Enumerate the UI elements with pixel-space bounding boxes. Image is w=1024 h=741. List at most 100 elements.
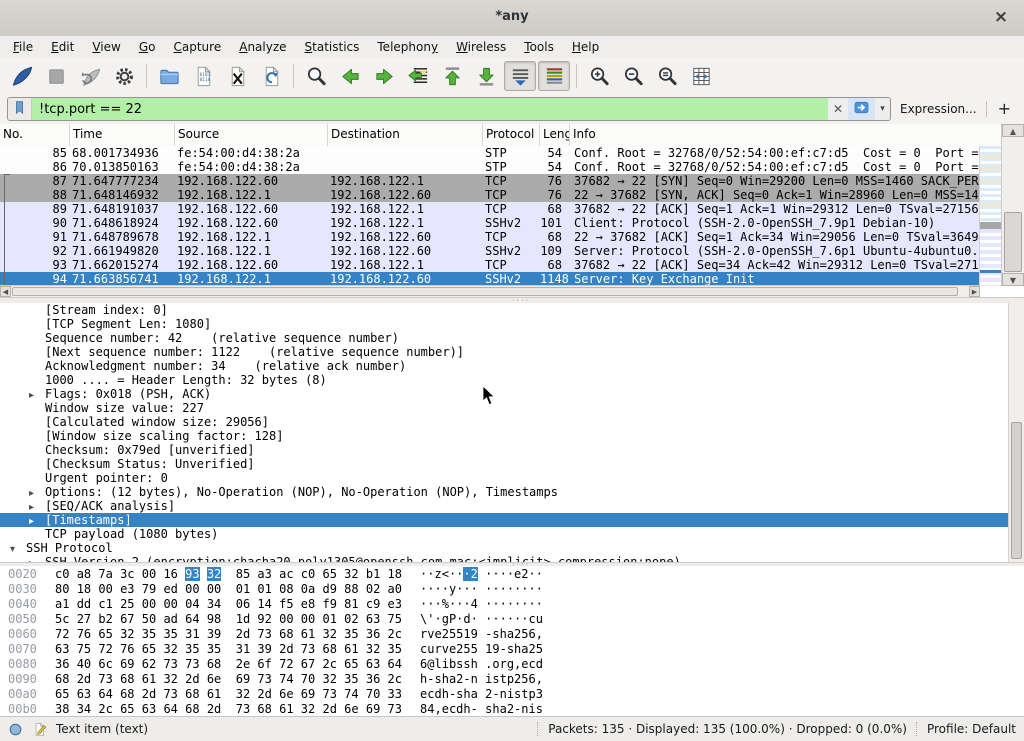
hex-byte[interactable]: 73 xyxy=(388,702,402,716)
ascii-char[interactable]: s xyxy=(536,702,543,716)
detail-line[interactable]: [Next sequence number: 1122 (relative se… xyxy=(0,345,1024,359)
capture-options-button[interactable] xyxy=(108,61,140,91)
hex-byte[interactable]: 32 xyxy=(207,567,221,581)
menu-statistics[interactable]: Statistics xyxy=(296,36,369,58)
hex-byte[interactable]: 2d xyxy=(257,687,271,701)
hex-byte[interactable]: 50 xyxy=(142,612,156,626)
colorize-button[interactable] xyxy=(538,61,570,91)
hex-byte[interactable]: 2d xyxy=(142,687,156,701)
hex-byte[interactable]: 73 xyxy=(236,702,250,716)
hex-byte[interactable]: 67 xyxy=(120,612,134,626)
hex-byte[interactable]: 73 xyxy=(301,642,315,656)
hex-byte[interactable]: 2d xyxy=(279,642,293,656)
hex-row[interactable]: 006072 76 65 32 35 35 31 39 2d 73 68 61 … xyxy=(0,627,1024,642)
hex-byte[interactable]: 36 xyxy=(55,657,69,671)
ascii-char[interactable]: 5 xyxy=(536,642,543,656)
hex-byte[interactable]: 7a xyxy=(98,567,112,581)
column-header-info[interactable]: Info xyxy=(570,124,1002,146)
packet-row-88[interactable]: 8871.648146932192.168.122.1192.168.122.6… xyxy=(0,188,980,202)
hex-byte[interactable]: 65 xyxy=(120,702,134,716)
packet-row-87[interactable]: 8771.647777234192.168.122.60192.168.122.… xyxy=(0,174,980,188)
hex-byte[interactable]: 65 xyxy=(142,642,156,656)
detail-line[interactable]: ▸[SEQ/ACK analysis] xyxy=(0,499,1024,513)
detail-vscrollbar[interactable] xyxy=(1008,303,1024,562)
hex-byte[interactable]: c0 xyxy=(55,567,69,581)
zoom-original-button[interactable] xyxy=(651,61,683,91)
ascii-char[interactable]: s xyxy=(492,672,499,686)
go-last-button[interactable] xyxy=(470,61,502,91)
hex-byte[interactable]: 68 xyxy=(120,687,134,701)
hex-byte[interactable]: 63 xyxy=(142,702,156,716)
ascii-char[interactable]: · xyxy=(507,567,514,581)
hex-byte[interactable]: 62 xyxy=(142,657,156,671)
hex-byte[interactable]: 79 xyxy=(142,582,156,596)
hex-row[interactable]: 008036 40 6c 69 62 73 73 68 2e 6f 72 67 … xyxy=(0,657,1024,672)
save-file-button[interactable]: 01010110 xyxy=(187,61,219,91)
hex-byte[interactable]: 98 xyxy=(207,612,221,626)
hex-byte[interactable]: 68 xyxy=(279,627,293,641)
menu-edit[interactable]: Edit xyxy=(42,36,83,58)
hex-byte[interactable]: 72 xyxy=(279,657,293,671)
hex-byte[interactable]: 0a xyxy=(301,582,315,596)
detail-line[interactable]: [Window size scaling factor: 128] xyxy=(0,429,1024,443)
ascii-char[interactable]: · xyxy=(500,567,507,581)
filter-apply-button[interactable] xyxy=(848,98,875,120)
hex-byte[interactable]: 5c xyxy=(55,612,69,626)
hex-byte[interactable]: 73 xyxy=(257,672,271,686)
close-file-button[interactable] xyxy=(221,61,253,91)
hex-row[interactable]: 009068 2d 73 68 61 32 2d 6e 69 73 74 70 … xyxy=(0,672,1024,687)
hex-byte[interactable]: b1 xyxy=(366,567,380,581)
ascii-char[interactable]: 4 xyxy=(471,597,478,611)
hex-byte[interactable]: 2c xyxy=(98,702,112,716)
hex-byte[interactable]: 68 xyxy=(257,702,271,716)
ascii-char[interactable]: · xyxy=(536,582,543,596)
detail-line[interactable]: [Checksum Status: Unverified] xyxy=(0,457,1024,471)
hex-byte[interactable]: 36 xyxy=(366,672,380,686)
hex-byte[interactable]: 64 xyxy=(163,702,177,716)
hex-byte[interactable]: 2d xyxy=(77,672,91,686)
menu-help[interactable]: Help xyxy=(563,36,608,58)
hex-byte[interactable]: 63 xyxy=(366,612,380,626)
ascii-char[interactable]: p xyxy=(507,672,514,686)
hex-byte[interactable]: a3 xyxy=(257,567,271,581)
column-header-destination[interactable]: Destination xyxy=(328,124,483,146)
ascii-char[interactable]: 5 xyxy=(463,642,470,656)
zoom-out-button[interactable] xyxy=(617,61,649,91)
hex-byte[interactable]: 01 xyxy=(236,582,250,596)
hex-byte[interactable]: 85 xyxy=(236,567,250,581)
ascii-char[interactable]: 3 xyxy=(536,687,543,701)
packet-row-93[interactable]: 9371.662015274192.168.122.60192.168.122.… xyxy=(0,258,980,272)
detail-line[interactable]: TCP payload (1080 bytes) xyxy=(0,527,1024,541)
hex-byte[interactable]: 18 xyxy=(77,582,91,596)
scroll-up-arrow[interactable]: ▲ xyxy=(1002,124,1024,137)
detail-line[interactable]: ▸Flags: 0x018 (PSH, ACK) xyxy=(0,387,1024,401)
hex-byte[interactable]: 63 xyxy=(77,687,91,701)
ascii-char[interactable]: · xyxy=(529,582,536,596)
packet-row-91[interactable]: 9171.648789678192.168.122.1192.168.122.6… xyxy=(0,230,980,244)
hex-byte[interactable]: e3 xyxy=(120,582,134,596)
column-header-time[interactable]: Time xyxy=(70,124,175,146)
close-icon[interactable]: × xyxy=(990,6,1012,28)
ascii-char[interactable]: t xyxy=(521,687,528,701)
hex-byte[interactable]: c0 xyxy=(301,567,315,581)
ascii-char[interactable]: a xyxy=(471,687,478,701)
scrollbar-minimap[interactable] xyxy=(979,146,1002,286)
hex-byte[interactable]: 61 xyxy=(142,672,156,686)
ascii-char[interactable]: · xyxy=(529,597,536,611)
ascii-char[interactable]: 5 xyxy=(471,642,478,656)
hex-byte[interactable]: 68 xyxy=(185,702,199,716)
ascii-char[interactable]: 1 xyxy=(463,627,470,641)
hex-byte[interactable]: 01 xyxy=(322,612,336,626)
ascii-char[interactable]: h xyxy=(500,627,507,641)
ascii-char[interactable]: 2 xyxy=(442,627,449,641)
hex-byte[interactable]: c9 xyxy=(366,597,380,611)
hex-byte[interactable]: 80 xyxy=(55,582,69,596)
ascii-char[interactable]: · xyxy=(463,582,470,596)
hex-byte[interactable]: dd xyxy=(77,597,91,611)
ascii-char[interactable]: d xyxy=(536,657,543,671)
hex-byte[interactable]: 73 xyxy=(163,657,177,671)
hex-byte[interactable]: 32 xyxy=(120,627,134,641)
hex-byte[interactable]: 32 xyxy=(344,567,358,581)
hex-byte[interactable]: 65 xyxy=(55,687,69,701)
hscrollbar-thumb[interactable] xyxy=(12,287,958,296)
